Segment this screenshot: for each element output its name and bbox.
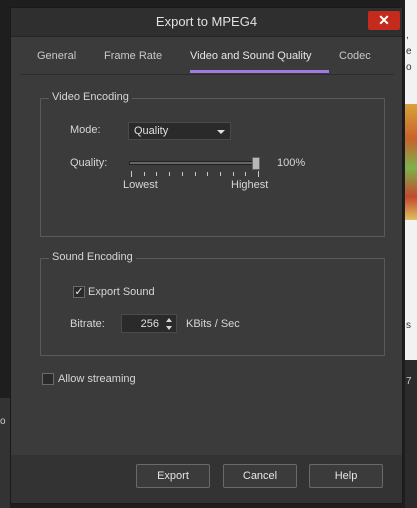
sound-encoding-group: Sound Encoding ✓ Export Sound Bitrate: 2… bbox=[40, 251, 385, 356]
button-footer: Export Cancel Help bbox=[11, 455, 402, 503]
chevron-down-icon bbox=[217, 130, 225, 134]
slider-min-label: Lowest bbox=[123, 179, 158, 191]
background-text: , bbox=[406, 30, 409, 41]
background-app: , e o s 7 bbox=[405, 0, 417, 508]
slider-tick bbox=[143, 172, 145, 176]
slider-tick bbox=[219, 172, 221, 176]
mode-select-value: Quality bbox=[134, 125, 169, 137]
title-bar[interactable]: Export to MPEG4 ✕ bbox=[11, 8, 402, 37]
slider-tick bbox=[245, 172, 247, 176]
background-text: o bbox=[0, 416, 6, 427]
quality-label: Quality: bbox=[70, 157, 108, 169]
export-sound-checkbox[interactable]: ✓ bbox=[73, 286, 85, 298]
slider-tick bbox=[156, 172, 158, 176]
mode-select[interactable]: Quality bbox=[128, 122, 231, 140]
quality-slider[interactable] bbox=[129, 161, 260, 165]
quality-value: 100% bbox=[277, 157, 306, 169]
bitrate-label: Bitrate: bbox=[70, 318, 105, 330]
tab-general[interactable]: General bbox=[37, 50, 76, 62]
bitrate-unit: KBits / Sec bbox=[186, 318, 240, 330]
sound-encoding-legend: Sound Encoding bbox=[49, 251, 136, 263]
export-sound-label[interactable]: Export Sound bbox=[88, 286, 155, 298]
background-text: e bbox=[406, 46, 412, 57]
slider-tick bbox=[169, 172, 171, 176]
mode-label: Mode: bbox=[70, 124, 101, 136]
tab-video-and-sound-quality[interactable]: Video and Sound Quality bbox=[190, 50, 312, 62]
checkmark-icon: ✓ bbox=[74, 286, 84, 298]
quality-slider-thumb[interactable] bbox=[252, 157, 260, 170]
slider-tick bbox=[207, 172, 209, 176]
quality-slider-fill bbox=[130, 162, 259, 164]
tab-frame-rate[interactable]: Frame Rate bbox=[104, 50, 162, 62]
slider-tick bbox=[232, 172, 234, 176]
dialog-title: Export to MPEG4 bbox=[155, 14, 258, 29]
tab-bar: General Frame Rate Video and Sound Quali… bbox=[21, 44, 394, 75]
allow-streaming-checkbox[interactable] bbox=[42, 373, 54, 385]
export-dialog: Export to MPEG4 ✕ General Frame Rate Vid… bbox=[10, 7, 403, 504]
tab-codec[interactable]: Codec bbox=[339, 50, 371, 62]
slider-max-label: Highest bbox=[231, 179, 269, 191]
slider-tick bbox=[194, 172, 196, 176]
background-panel: 7 bbox=[405, 360, 417, 508]
background-text: s bbox=[406, 320, 411, 331]
slider-tick bbox=[258, 171, 259, 177]
spin-down-icon[interactable] bbox=[166, 326, 172, 330]
video-encoding-legend: Video Encoding bbox=[49, 91, 132, 103]
close-button[interactable]: ✕ bbox=[368, 11, 400, 30]
bitrate-spinbox[interactable]: 256 bbox=[121, 314, 177, 333]
allow-streaming-label[interactable]: Allow streaming bbox=[58, 373, 136, 385]
bitrate-value: 256 bbox=[140, 318, 159, 330]
cancel-button[interactable]: Cancel bbox=[223, 464, 297, 488]
background-image bbox=[405, 104, 417, 220]
export-button[interactable]: Export bbox=[136, 464, 210, 488]
close-icon: ✕ bbox=[378, 12, 390, 28]
slider-tick bbox=[181, 172, 183, 176]
slider-tick bbox=[131, 171, 132, 177]
background-text: 7 bbox=[406, 376, 412, 387]
spin-up-icon[interactable] bbox=[166, 318, 172, 322]
active-tab-indicator bbox=[190, 70, 329, 73]
background-panel-left: o bbox=[0, 398, 10, 508]
help-button[interactable]: Help bbox=[309, 464, 383, 488]
video-encoding-group: Video Encoding Mode: Quality Quality: 10… bbox=[40, 91, 385, 237]
background-text: o bbox=[406, 62, 412, 73]
